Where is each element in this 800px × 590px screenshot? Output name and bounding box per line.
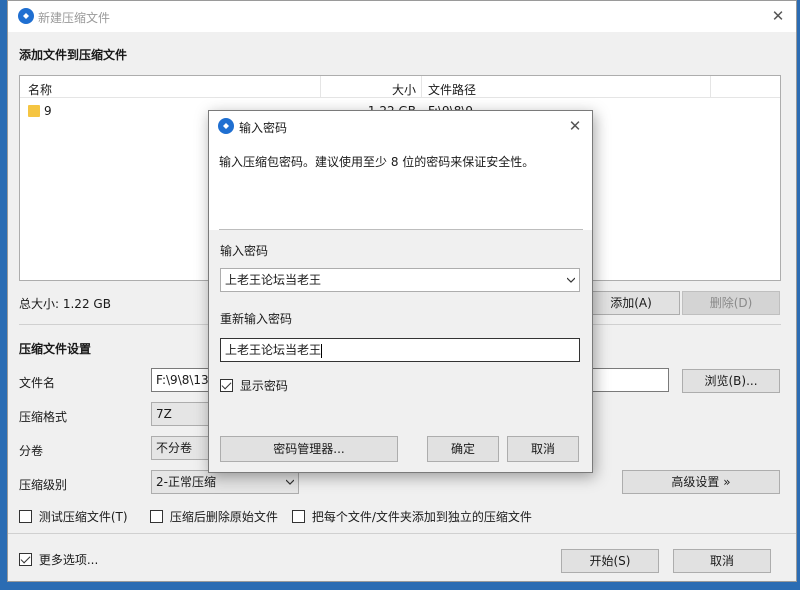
app-logo-icon bbox=[218, 118, 234, 134]
filename-label: 文件名 bbox=[19, 376, 56, 390]
file-name: 9 bbox=[44, 104, 52, 118]
volume-label: 分卷 bbox=[19, 444, 44, 458]
volume-value: 不分卷 bbox=[156, 441, 193, 455]
password-value: 上老王论坛当老王 bbox=[225, 273, 322, 287]
dialog-title-bar: 输入密码 ✕ bbox=[209, 111, 592, 141]
level-select[interactable]: 2-正常压缩 bbox=[151, 470, 299, 494]
column-header-path[interactable]: 文件路径 bbox=[428, 81, 476, 98]
app-logo-icon bbox=[18, 8, 34, 24]
more-options-label: 更多选项... bbox=[38, 553, 99, 567]
dialog-description: 输入压缩包密码。建议使用至少 8 位的密码来保证安全性。 bbox=[219, 155, 535, 169]
column-separator[interactable] bbox=[421, 76, 422, 98]
test-archive-label: 测试压缩文件(T) bbox=[38, 510, 128, 524]
files-section-label: 添加文件到压缩文件 bbox=[19, 48, 128, 62]
start-button[interactable]: 开始(S) bbox=[561, 549, 659, 573]
close-icon[interactable]: ✕ bbox=[768, 8, 788, 24]
format-label: 压缩格式 bbox=[19, 410, 68, 424]
delete-after-checkbox[interactable] bbox=[150, 510, 163, 523]
ok-button[interactable]: 确定 bbox=[427, 436, 499, 462]
total-size: 总大小: 1.22 GB bbox=[19, 297, 111, 311]
window-title: 新建压缩文件 bbox=[38, 11, 111, 25]
delete-after-option[interactable]: 压缩后删除原始文件 bbox=[150, 510, 278, 527]
divider bbox=[8, 533, 796, 534]
separate-archives-checkbox[interactable] bbox=[292, 510, 305, 523]
settings-section-label: 压缩文件设置 bbox=[19, 342, 92, 356]
column-header-size[interactable]: 大小 bbox=[384, 81, 416, 98]
text-cursor bbox=[321, 343, 323, 358]
delete-after-label: 压缩后删除原始文件 bbox=[169, 510, 278, 524]
more-options-checkbox[interactable] bbox=[19, 553, 32, 566]
password-manager-button[interactable]: 密码管理器... bbox=[220, 436, 398, 462]
confirm-password-input[interactable]: 上老王论坛当老王 bbox=[220, 338, 580, 362]
folder-icon bbox=[28, 105, 40, 117]
separate-archives-label: 把每个文件/文件夹添加到独立的压缩文件 bbox=[311, 510, 532, 524]
delete-button[interactable]: 删除(D) bbox=[682, 291, 780, 315]
title-bar: 新建压缩文件 ✕ bbox=[8, 1, 796, 32]
password-dialog: 输入密码 ✕ 输入压缩包密码。建议使用至少 8 位的密码来保证安全性。 输入密码… bbox=[208, 110, 593, 473]
level-value: 2-正常压缩 bbox=[156, 475, 216, 489]
column-separator[interactable] bbox=[710, 76, 711, 98]
more-options[interactable]: 更多选项... bbox=[19, 553, 98, 570]
show-password-label: 显示密码 bbox=[239, 379, 288, 393]
separate-archives-option[interactable]: 把每个文件/文件夹添加到独立的压缩文件 bbox=[292, 510, 532, 527]
column-separator[interactable] bbox=[320, 76, 321, 98]
cancel-button[interactable]: 取消 bbox=[673, 549, 771, 573]
column-header-name[interactable]: 名称 bbox=[28, 81, 52, 98]
password-input[interactable]: 上老王论坛当老王 bbox=[220, 268, 580, 292]
password-label: 输入密码 bbox=[220, 244, 269, 258]
confirm-password-label: 重新输入密码 bbox=[220, 312, 293, 326]
close-icon[interactable]: ✕ bbox=[565, 118, 585, 134]
level-label: 压缩级别 bbox=[19, 478, 68, 492]
divider bbox=[219, 229, 583, 230]
dialog-cancel-button[interactable]: 取消 bbox=[507, 436, 579, 462]
test-archive-checkbox[interactable] bbox=[19, 510, 32, 523]
browse-button[interactable]: 浏览(B)... bbox=[682, 369, 780, 393]
chevron-down-icon[interactable] bbox=[567, 276, 575, 284]
show-password-option[interactable]: 显示密码 bbox=[220, 379, 288, 396]
confirm-password-value: 上老王论坛当老王 bbox=[225, 343, 322, 357]
show-password-checkbox[interactable] bbox=[220, 379, 233, 392]
add-button[interactable]: 添加(A) bbox=[582, 291, 680, 315]
test-archive-option[interactable]: 测试压缩文件(T) bbox=[19, 510, 128, 527]
advanced-settings-button[interactable]: 高级设置 » bbox=[622, 470, 780, 494]
chevron-down-icon bbox=[286, 479, 294, 485]
format-value: 7Z bbox=[156, 407, 172, 421]
dialog-title: 输入密码 bbox=[239, 121, 288, 135]
